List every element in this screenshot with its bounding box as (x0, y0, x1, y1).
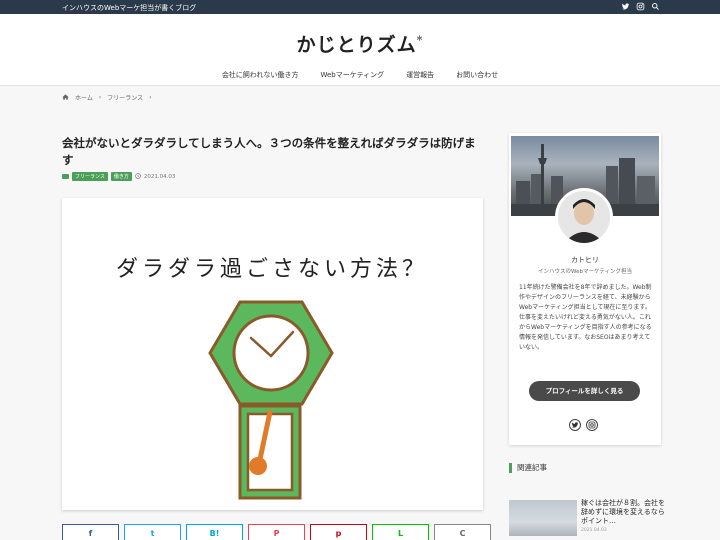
site-tagline: インハウスのWebマーケ担当が書くブログ (62, 4, 197, 12)
nav-item-workstyle[interactable]: 会社に飼われない働き方 (222, 70, 299, 80)
top-bar: インハウスのWebマーケ担当が書くブログ (0, 0, 720, 14)
post-title: 会社がないとダラダラしてしまう人へ。３つの条件を整えればダラダラは防げます (62, 136, 476, 167)
breadcrumb: ホーム › フリーランス › (62, 93, 152, 102)
share-copy-button[interactable]: C (434, 524, 491, 540)
instagram-icon[interactable] (636, 2, 645, 11)
clock-icon (135, 172, 141, 181)
nav-item-contact[interactable]: お問い合わせ (456, 70, 498, 80)
twitter-icon[interactable] (569, 419, 581, 431)
post-meta: フリーランス 働き方 2021.04.03 (62, 172, 175, 181)
share-twitter-button[interactable]: t (124, 524, 181, 540)
share-pinterest-button[interactable]: p (310, 524, 367, 540)
site-header: かじとりズム* 会社に飼われない働き方 Webマーケティング 運営報告 お問い合… (0, 14, 720, 86)
nav-item-report[interactable]: 運営報告 (406, 70, 434, 80)
profile-widget: カトヒリ インハウスのWebマーケティング担当 11年続けた警備会社を8年で辞め… (509, 133, 661, 445)
post-date: 2021.04.03 (143, 173, 176, 180)
share-facebook-button[interactable]: f (62, 524, 119, 540)
site-logo[interactable]: かじとりズム* (0, 30, 720, 57)
twitter-icon[interactable] (621, 2, 630, 11)
tag-workstyle[interactable]: 働き方 (110, 172, 132, 181)
eyecatch-image: ダラダラ過ごさない方法？ (62, 198, 483, 510)
site-logo-text: かじとりズム (296, 34, 417, 56)
share-hatena-button[interactable]: B! (186, 524, 243, 540)
profile-name: カトヒリ (571, 256, 599, 264)
nav-item-web-marketing[interactable]: Webマーケティング (320, 70, 384, 80)
profile-sns (569, 419, 598, 431)
home-icon (62, 93, 69, 102)
related-heading: 関連記事 (509, 463, 547, 473)
logo-mark: * (416, 33, 424, 47)
eyecatch-heading: ダラダラ過ごさない方法？ (116, 257, 428, 282)
list-item[interactable]: 稼ぐは会社が８割。会社を辞めずに環境を変えるならポイント… 2021.04.03 (509, 497, 669, 537)
breadcrumb-home[interactable]: ホーム (75, 93, 93, 102)
instagram-icon[interactable] (586, 419, 598, 431)
breadcrumb-category[interactable]: フリーランス (107, 93, 143, 102)
related-thumbnail (509, 500, 577, 536)
avatar (555, 188, 613, 246)
profile-detail-button[interactable]: プロフィールを詳しく見る (529, 381, 640, 401)
folder-icon (62, 174, 69, 179)
breadcrumb-separator: › (149, 94, 152, 101)
breadcrumb-separator: › (98, 94, 102, 101)
related-date: 2021.04.03 (581, 528, 607, 533)
topbar-icons (621, 2, 660, 11)
related-title[interactable]: 稼ぐは会社が８割。会社を辞めずに環境を変えるならポイント… (581, 499, 671, 526)
share-pocket-button[interactable]: P (248, 524, 305, 540)
share-buttons: f t B! P p L C (62, 524, 491, 540)
clock-illustration-icon (208, 300, 334, 500)
profile-bio: 11年続けた警備会社を8年で辞めました。Web制作やデザインのフリーランスを経て… (519, 284, 652, 351)
tag-freelance[interactable]: フリーランス (72, 172, 108, 181)
profile-role: インハウスのWebマーケティング担当 (537, 269, 633, 275)
share-line-button[interactable]: L (372, 524, 429, 540)
global-nav: 会社に飼われない働き方 Webマーケティング 運営報告 お問い合わせ (0, 70, 720, 80)
search-icon[interactable] (651, 2, 660, 11)
